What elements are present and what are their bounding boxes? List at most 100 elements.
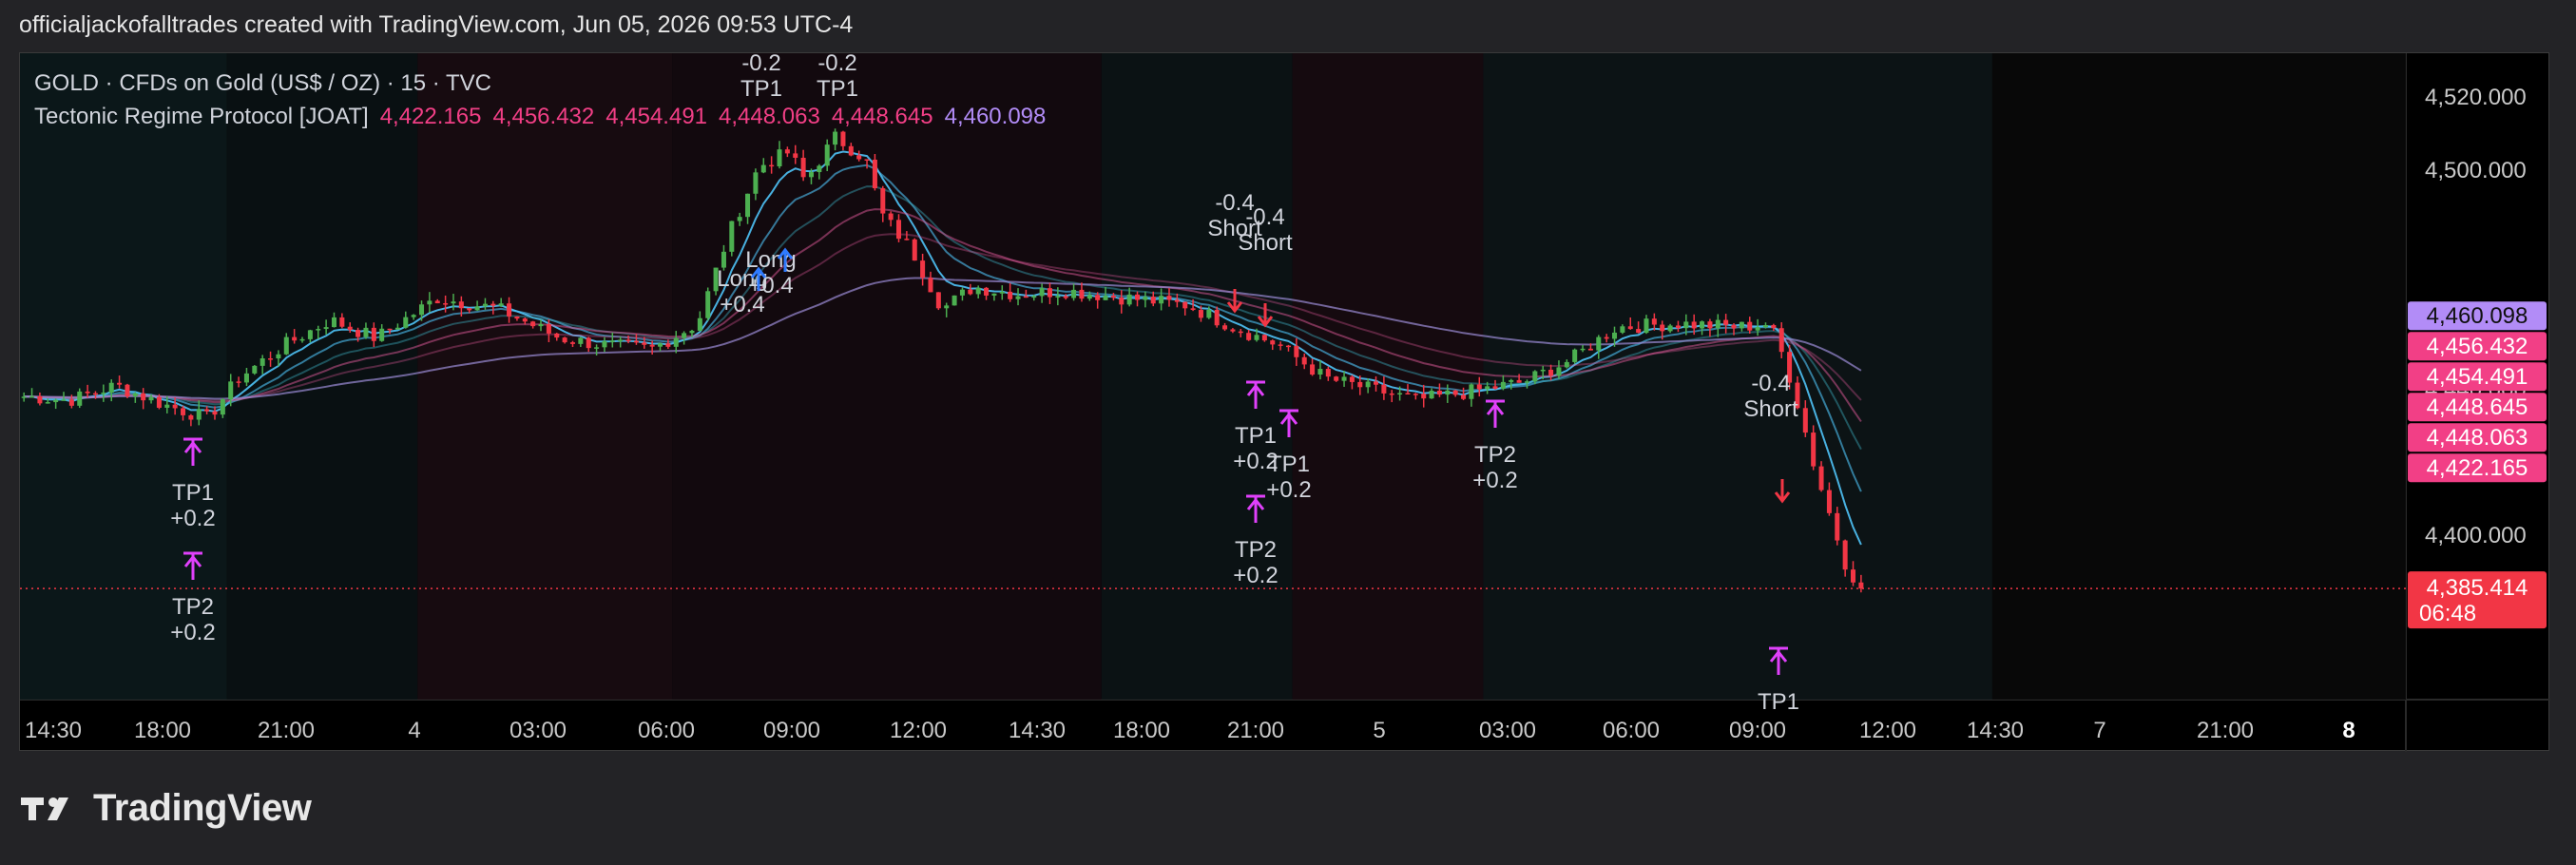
trade-annotation-tp[interactable]: TP2+0.2 [170,594,215,645]
candle-body [1587,348,1593,351]
candle-body [117,382,123,385]
y-tick-label: 4,400.000 [2425,523,2527,548]
candle-body [1691,321,1697,329]
candle-body [490,303,496,306]
candle-body [316,329,321,331]
candle-body [864,159,870,161]
x-tick-label: 14:30 [1967,718,2024,743]
candle-body [1166,296,1172,300]
candle-body [1835,512,1840,541]
candle-body [1405,393,1411,395]
candle-body [252,365,258,374]
candle[interactable] [252,365,258,375]
x-tick-label: 5 [1373,718,1385,743]
candle-body [434,300,440,304]
tradingview-logo[interactable]: TradingView [21,787,312,830]
candle-body [784,149,790,154]
candle[interactable] [912,238,917,261]
candle-body [1612,332,1618,339]
price-tag-label: 4,448.063 [2427,425,2528,451]
x-tick-label: 4 [408,718,420,743]
candle-body [689,330,695,334]
candle[interactable] [729,221,735,257]
candle-body [1374,381,1379,385]
x-tick-label: 8 [2342,718,2355,743]
y-tick-label: 4,520.000 [2425,85,2527,110]
candle-body [53,399,59,403]
candle-body [1110,296,1116,298]
candle-body [1278,344,1283,346]
candle-body [618,339,624,341]
candle-body [92,393,98,395]
candle-body [808,172,814,178]
candle-body [1301,356,1307,365]
candle[interactable] [952,295,957,306]
candle-body [1159,296,1164,304]
candle-body [1620,326,1625,333]
candle-body [498,303,504,306]
trade-annotation-short[interactable]: -0.4Short [1743,371,1798,422]
candle-body [1596,336,1602,351]
annotation-text: Short [1238,230,1293,256]
candle-body [411,315,416,317]
candle-body [1707,321,1713,329]
candle-body [1214,310,1220,326]
candle-body [1389,393,1394,395]
candle-body [1230,329,1236,332]
annotation-text: Short [1743,396,1798,422]
candle-body [156,396,162,408]
candle[interactable] [1572,348,1578,364]
x-tick-label: 12:00 [1859,718,1916,743]
candle-body [1858,582,1864,589]
candle-body [299,338,305,341]
trade-annotation-tp[interactable]: TP1+0.2 [170,480,215,531]
candle[interactable] [935,292,941,311]
candle-body [1516,379,1522,383]
candle-body [952,295,957,306]
chart-panel[interactable]: 4,520.0004,500.0004,440.0004,400.0004,46… [19,52,2550,752]
candle-body [1317,369,1323,375]
candle-body [880,188,886,214]
candle-body [1023,296,1028,298]
chart-canvas[interactable]: 4,520.0004,500.0004,440.0004,400.0004,46… [20,53,2550,752]
candle[interactable] [125,383,130,398]
candle-body [817,165,822,173]
tradingview-logo-icon [21,797,68,820]
candle-body [204,409,210,412]
candle-body [522,318,528,322]
candle-body [697,317,702,331]
candle-body [777,149,782,167]
candle[interactable] [705,287,711,321]
trade-annotation-tp[interactable]: TP1 [1758,689,1799,715]
trade-annotation-tp[interactable]: TP1+0.2 [1266,452,1311,503]
trade-annotation-short[interactable]: -0.4Short [1238,204,1293,256]
price-tag-label: 4,422.165 [2427,455,2528,481]
chart-legend: GOLD · CFDs on Gold (US$ / OZ) · 15 · TV… [34,67,1046,133]
candle-body [1683,321,1689,329]
candle-body [1651,318,1657,325]
candle-body [833,131,838,145]
candle-body [1341,376,1347,381]
chart-caption: officialjackofalltrades created with Tra… [19,11,854,38]
candle-body [1246,333,1252,340]
annotation-text: +0.2 [1472,468,1517,493]
trade-annotation-tp[interactable]: TP2+0.2 [1233,537,1278,588]
candle-body [586,337,591,349]
candle-body [578,337,584,344]
trade-annotation-long[interactable]: Long+0.4 [717,266,767,317]
symbol-line[interactable]: GOLD · CFDs on Gold (US$ / OZ) · 15 · TV… [34,67,1046,100]
candle-body [339,317,345,327]
x-tick-label: 21:00 [1227,718,1284,743]
trade-annotation-tp[interactable]: TP2+0.2 [1472,442,1517,493]
candle-body [594,347,600,349]
x-tick-label: 7 [2093,718,2105,743]
candle-body [1445,390,1451,395]
candle-body [1190,308,1196,311]
candle-body [737,217,742,221]
candle-body [37,395,43,404]
candle-body [609,340,615,342]
candle-body [467,308,472,311]
candle-body [944,305,950,309]
indicator-line[interactable]: Tectonic Regime Protocol [JOAT] 4,422.165… [34,100,1046,133]
candle-body [546,323,551,334]
